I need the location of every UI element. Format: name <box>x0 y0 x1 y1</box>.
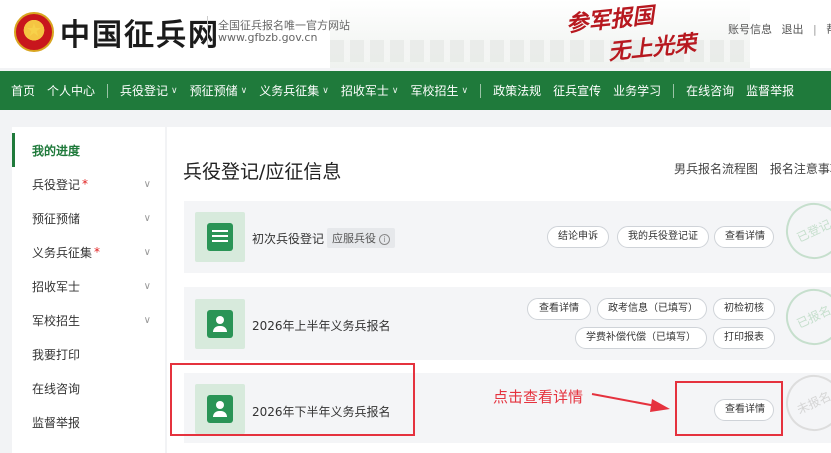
army-emblem-logo[interactable]: ★ <box>14 12 54 52</box>
chevron-down-icon: ∨ <box>143 314 151 326</box>
status-badge-label: 应服兵役 <box>332 232 376 245</box>
sidebar-item-conscription[interactable]: 义务兵征集 * ∨ <box>12 235 165 269</box>
sidebar-item-label: 义务兵征集 <box>32 245 93 260</box>
nav-conscription[interactable]: 义务兵征集 ∨ <box>259 82 329 99</box>
site-url: www.gfbzb.gov.cn <box>218 31 318 44</box>
nav-divider <box>107 83 109 98</box>
view-details-button[interactable]: 查看详情 <box>714 226 774 248</box>
sidebar-item-online-consult[interactable]: 在线咨询 <box>12 371 165 405</box>
enrolled-stamp: 已报名 <box>776 279 831 355</box>
sidebar-item-label: 军校招生 <box>32 313 81 328</box>
nav-label: 监督举报 <box>746 84 795 98</box>
sidebar-item-label: 兵役登记 <box>32 177 81 192</box>
tuition-compensation-button[interactable]: 学费补偿代偿（已填写） <box>575 327 707 349</box>
nav-policy[interactable]: 政策法规 <box>493 82 541 99</box>
sidebar-item-military-academy[interactable]: 军校招生 ∨ <box>12 303 165 337</box>
nav-learning[interactable]: 业务学习 <box>613 82 661 99</box>
required-asterisk: * <box>94 245 101 259</box>
registered-stamp: 已登记 <box>776 193 831 269</box>
info-icon[interactable]: i <box>379 234 390 245</box>
sidebar-item-label: 招收军士 <box>32 279 81 294</box>
required-asterisk: * <box>82 177 89 191</box>
logo-divider <box>207 16 208 46</box>
nav-divider <box>673 83 675 98</box>
nav-label: 个人中心 <box>47 84 96 98</box>
page-header-links: 男兵报名流程图 报名注意事项 <box>674 160 831 177</box>
card-title: 初次兵役登记 <box>252 232 325 246</box>
first-half-enlistment-card: 2026年上半年义务兵报名 查看详情 政考信息（已填写） 初检初核 学费补偿代偿… <box>184 279 831 360</box>
nav-military-registration[interactable]: 兵役登记 ∨ <box>120 82 178 99</box>
sidebar-item-label: 我的进度 <box>32 143 81 158</box>
sidebar-item-label: 预征预储 <box>32 211 81 226</box>
person-icon <box>195 299 245 349</box>
view-details-button[interactable]: 查看详情 <box>527 298 591 320</box>
nav-label: 招收军士 <box>340 84 389 98</box>
sidebar-item-registration[interactable]: 兵役登记 * ∨ <box>12 167 165 201</box>
sidebar-item-label: 在线咨询 <box>32 381 81 396</box>
nav-label: 政策法规 <box>493 84 542 98</box>
nav-publicity[interactable]: 征兵宣传 <box>553 82 601 99</box>
sidebar-item-report[interactable]: 监督举报 <box>12 405 165 439</box>
political-exam-button[interactable]: 政考信息（已填写） <box>597 298 707 320</box>
account-info-link[interactable]: 账号信息 <box>728 23 772 36</box>
not-enrolled-stamp: 未报名 <box>776 365 831 441</box>
header-link-divider: | <box>813 23 817 36</box>
sidebar-item-my-progress[interactable]: 我的进度 <box>12 133 165 167</box>
annotation-highlight-button <box>675 381 783 436</box>
my-registration-cert-button[interactable]: 我的兵役登记证 <box>617 226 709 248</box>
page-title: 兵役登记/应征信息 <box>183 161 342 183</box>
nav-divider <box>480 83 482 98</box>
chevron-down-icon: ∨ <box>143 246 151 258</box>
sidebar-item-print[interactable]: 我要打印 <box>12 337 165 371</box>
main-nav: 首页 个人中心 兵役登记 ∨ 预征预储 ∨ 义务兵征集 ∨ 招收军士 ∨ 军校招生 ∨ 政… <box>0 71 831 110</box>
sidebar: 我的进度 兵役登记 * ∨ 预征预储 ∨ 义务兵征集 * ∨ 招收军士 ∨ 军校招生 ∨ 我要… <box>12 127 165 453</box>
chevron-down-icon: ∨ <box>240 85 248 96</box>
chevron-down-icon: ∨ <box>171 85 178 96</box>
chevron-down-icon: ∨ <box>143 280 151 292</box>
nav-label: 预征预储 <box>189 84 238 98</box>
chevron-down-icon: ∨ <box>391 85 399 96</box>
annotation-text: 点击查看详情 <box>493 388 584 406</box>
nav-personal-center[interactable]: 个人中心 <box>47 82 95 99</box>
status-badge: 应服兵役 i <box>327 228 395 248</box>
annotation-arrow-icon <box>591 393 670 412</box>
registration-card: 初次兵役登记 应服兵役 i 结论申诉 我的兵役登记证 查看详情 已登记 <box>184 193 831 273</box>
chevron-down-icon: ∨ <box>322 85 329 96</box>
sidebar-item-label: 监督举报 <box>32 415 81 430</box>
chevron-down-icon: ∨ <box>143 212 151 224</box>
nav-label: 军校招生 <box>410 84 459 98</box>
nav-label: 兵役登记 <box>120 84 169 98</box>
nav-label: 首页 <box>11 84 36 98</box>
nav-label: 义务兵征集 <box>259 84 320 98</box>
nav-pre-enlistment[interactable]: 预征预储 ∨ <box>190 82 248 99</box>
nav-online-consult[interactable]: 在线咨询 <box>686 82 734 99</box>
initial-check-button[interactable]: 初检初核 <box>713 298 775 320</box>
nav-military-academy[interactable]: 军校招生 ∨ <box>410 82 468 99</box>
sidebar-item-nco-recruitment[interactable]: 招收军士 ∨ <box>12 269 165 303</box>
header-links: 账号信息 退出 | 帮助 <box>728 21 831 37</box>
nav-nco-recruitment[interactable]: 招收军士 ∨ <box>341 82 399 99</box>
nav-report[interactable]: 监督举报 <box>746 82 794 99</box>
annotation-highlight-card <box>170 363 415 436</box>
nav-label: 业务学习 <box>613 84 662 98</box>
nav-home[interactable]: 首页 <box>11 82 35 99</box>
logout-link[interactable]: 退出 <box>782 23 804 36</box>
sidebar-item-pre-enlistment[interactable]: 预征预储 ∨ <box>12 201 165 235</box>
appeal-button[interactable]: 结论申诉 <box>547 226 609 248</box>
nav-label: 在线咨询 <box>686 84 735 98</box>
print-report-button[interactable]: 打印报表 <box>713 327 775 349</box>
site-name[interactable]: 中国征兵网 <box>60 10 220 54</box>
form-icon <box>195 212 245 262</box>
male-flowchart-link[interactable]: 男兵报名流程图 <box>674 162 758 176</box>
registration-notes-link[interactable]: 报名注意事项 <box>770 162 831 176</box>
chevron-down-icon: ∨ <box>461 85 469 96</box>
help-link[interactable]: 帮助 <box>826 23 831 36</box>
sidebar-item-label: 我要打印 <box>32 347 81 362</box>
site-header: ★ 中国征兵网 全国征兵报名唯一官方网站 www.gfbzb.gov.cn 参军… <box>0 0 831 68</box>
nav-label: 征兵宣传 <box>553 84 602 98</box>
chevron-down-icon: ∨ <box>143 178 151 190</box>
card-title: 2026年上半年义务兵报名 <box>252 319 391 333</box>
